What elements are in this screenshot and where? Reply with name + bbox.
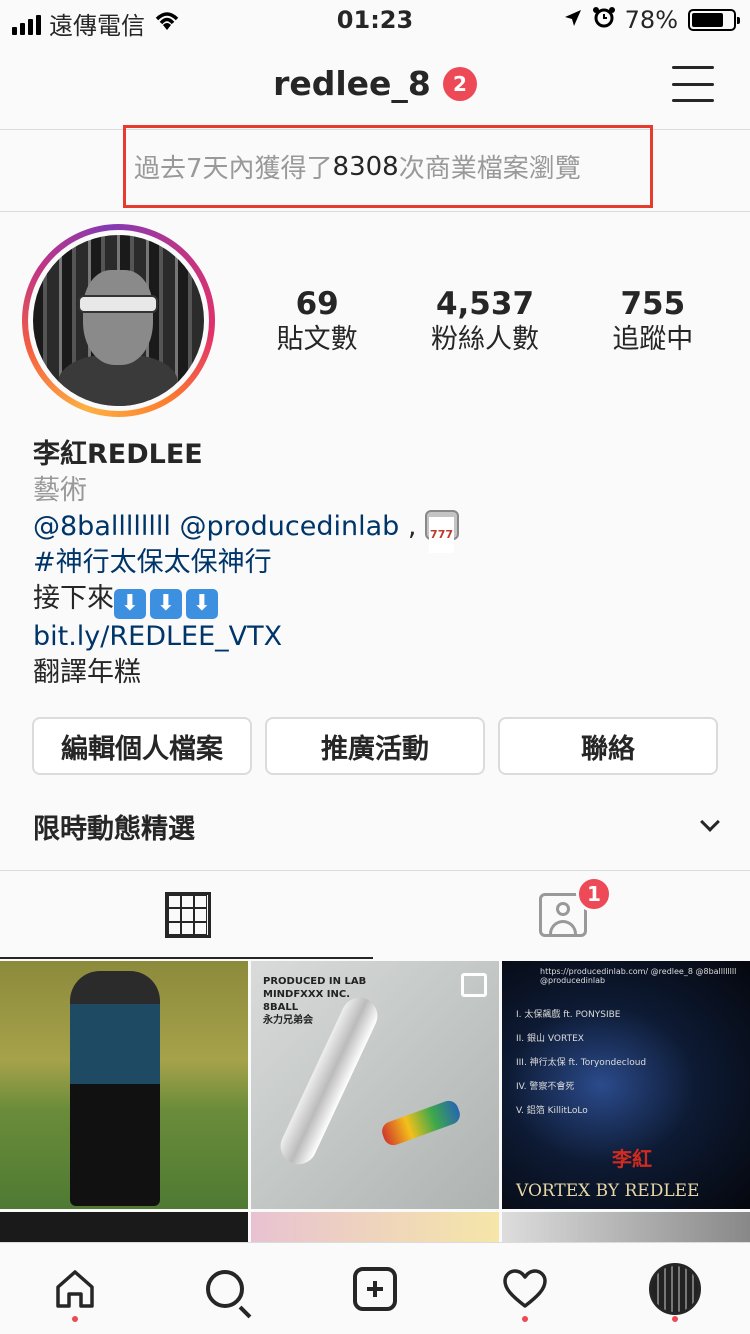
stat-followers[interactable]: 4,537 粉絲人數 [431,286,539,358]
stat-followers-value: 4,537 [435,286,535,322]
bio-last-line: 翻譯年糕 [33,657,141,688]
bio-mentions[interactable]: @8ballllllll @producedinlab [33,511,399,542]
profile-tabs: 1 [0,870,750,959]
username-switcher[interactable]: redlee_8 2 [0,64,750,103]
avatar-ring-gap [28,230,209,411]
track-line: III. 神行太保 ft. Toryondecloud [516,1058,647,1068]
nav-activity[interactable] [490,1254,560,1324]
tab-tagged[interactable]: 1 [375,871,750,959]
bio-mentions-after: , [399,511,417,542]
insights-highlight-box[interactable]: 過去7天內獲得了 8308 次商業檔案瀏覽 [123,125,653,208]
insights-banner[interactable]: 過去7天內獲得了 8308 次商業檔案瀏覽 [0,125,750,212]
bio-hashtag[interactable]: #神行太保太保神行 [33,545,723,581]
profile-header: redlee_8 2 [0,42,750,130]
bio-next-text: 接下來 [33,583,114,614]
profile-stats: 69 貼文數 4,537 粉絲人數 755 追蹤中 [240,286,730,358]
stat-following-label: 追蹤中 [612,324,694,355]
tab-grid[interactable] [0,871,375,959]
story-highlights-toggle[interactable]: 限時動態精選 [33,800,723,852]
post-cover-url: https://producedinlab.com/ @redlee_8 @8b… [540,967,737,985]
bio-website-link[interactable]: bit.ly/REDLEE_VTX [33,619,723,655]
bio-category: 藝術 [33,475,87,506]
contact-button[interactable]: 聯絡 [498,717,718,775]
post-thumbnail[interactable]: PRODUCED IN LAB MINDFXXX INC. 8BALL 永力兄弟… [251,961,499,1209]
post-cover-title-en: VORTEX BY REDLEE [516,1181,700,1201]
stat-following-value: 755 [620,286,686,322]
insights-count: 8308 [332,151,399,182]
highlights-label: 限時動態精選 [33,813,195,845]
profile-avatar-icon [649,1262,701,1315]
post-thumbnail[interactable]: https://producedinlab.com/ @redlee_8 @8b… [502,961,750,1209]
activity-dot [72,1315,78,1322]
home-icon [56,1269,94,1308]
track-line: IV. 警察不會死 [516,1082,575,1092]
battery-level [692,13,724,27]
track-line: V. 鋁箔 KillitLoLo [516,1106,588,1116]
promotions-button[interactable]: 推廣活動 [265,717,485,775]
down-arrow-icon: ⬇ [150,589,182,619]
nav-home[interactable] [40,1254,110,1324]
nav-profile[interactable] [640,1254,710,1324]
down-arrow-icon: ⬇ [114,589,146,619]
heart-icon [503,1268,547,1308]
status-bar: 遠傳電信 01:23 78% [0,0,750,42]
location-arrow-icon [563,6,583,34]
slot-machine-icon [425,510,460,553]
tagged-badge: 1 [576,876,612,912]
grid-icon [164,892,211,938]
post-thumbnail[interactable] [0,961,248,1209]
avatar-glasses [78,295,158,313]
stat-posts-label: 貼文數 [276,324,358,355]
battery-icon [688,9,740,31]
post-cover-title-cn: 李紅 [612,1147,652,1171]
insights-prefix: 過去7天內獲得了 [134,154,333,184]
stat-posts[interactable]: 69 貼文數 [277,286,358,358]
hamburger-menu-icon[interactable] [672,66,714,102]
post-artwork-tube [379,1098,463,1148]
track-line: I. 太保飆戲 ft. PONYSIBE [516,1010,621,1020]
bottom-navigation [0,1242,750,1334]
alarm-icon [592,6,615,34]
post-tracklist: I. 太保飆戲 ft. PONYSIBE II. 銀山 VORTEX III. … [516,1003,646,1123]
edit-profile-button[interactable]: 編輯個人檔案 [32,717,252,775]
profile-actions: 編輯個人檔案 推廣活動 聯絡 [32,717,718,775]
bio-name: 李紅REDLEE [33,439,203,470]
bio-next-line: 接下來 ⬇ ⬇ ⬇ [33,581,723,619]
profile-bio: 李紅REDLEE 藝術 @8ballllllll @producedinlab … [33,437,723,691]
stat-posts-value: 69 [295,286,339,322]
bio-mentions-line: @8ballllllll @producedinlab , [33,509,723,553]
avatar [33,235,204,406]
track-line: II. 銀山 VORTEX [516,1034,584,1044]
insights-suffix: 次商業檔案瀏覽 [398,154,581,184]
notification-badge: 2 [442,66,477,101]
activity-dot [672,1315,678,1322]
stat-followers-label: 粉絲人數 [430,324,539,355]
add-post-icon [353,1266,397,1311]
battery-percent: 78% [624,6,678,34]
nav-create[interactable] [340,1254,410,1324]
post-photo-figure [70,971,160,1206]
username-title: redlee_8 [273,64,431,103]
down-arrow-icon: ⬇ [186,589,218,619]
chevron-down-icon [700,812,720,832]
stat-following[interactable]: 755 追蹤中 [612,286,693,358]
multiple-photos-icon [461,973,487,997]
nav-search[interactable] [190,1254,260,1324]
avatar-face [83,270,153,365]
search-icon [206,1269,244,1308]
status-right: 78% [563,6,740,34]
avatar-story-ring[interactable] [22,224,215,417]
activity-dot [522,1315,528,1322]
